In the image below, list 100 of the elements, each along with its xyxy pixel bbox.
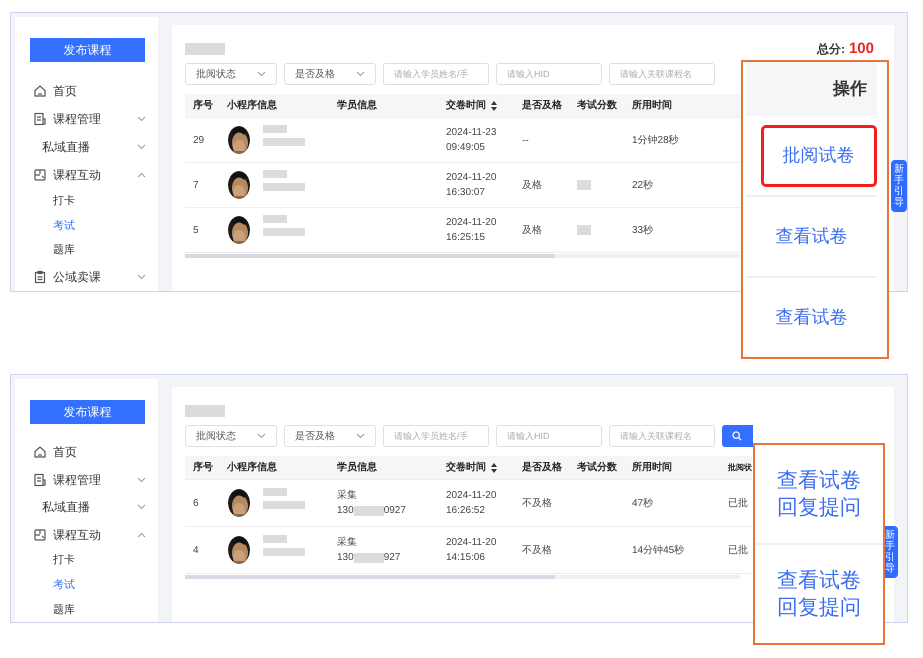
menu-item[interactable]: 公域卖课 <box>15 263 158 291</box>
search-field[interactable]: 请输入HID <box>496 425 602 447</box>
submenu-item[interactable]: 题库 <box>15 597 158 622</box>
menu-item[interactable]: 课程互动 <box>15 520 158 548</box>
redaction-block <box>263 488 287 496</box>
table-cell-text: 不及格 <box>522 496 552 510</box>
column-header: 操作 <box>746 62 877 116</box>
search-field[interactable]: 请输入关联课程名 <box>609 63 715 85</box>
column-header: 交卷时间 <box>446 460 486 475</box>
menu-item[interactable]: 课程管理 <box>15 466 158 494</box>
table-link[interactable]: 查看试卷 <box>776 306 848 330</box>
table-cell-text: 14:15:06 <box>446 551 485 565</box>
publish-course-button[interactable]: 发布课程 <box>30 400 145 424</box>
redaction-block <box>263 125 287 133</box>
guide-tab[interactable]: 新手引导 <box>891 160 907 212</box>
table-cell-text: 22秒 <box>632 178 654 192</box>
search-field[interactable]: 请输入关联课程名 <box>609 425 715 447</box>
redaction-block <box>185 405 225 417</box>
column-header: 小程序信息 <box>227 98 277 113</box>
phone-end: 927 <box>384 551 400 565</box>
submenu-item[interactable]: 打卡 <box>15 188 158 214</box>
search-field[interactable]: 请输入HID <box>496 63 602 85</box>
chevron-down-icon <box>257 71 266 77</box>
search-icon <box>732 431 742 441</box>
redaction-block <box>263 215 287 223</box>
table-cell-text: 2024-11-20 <box>446 171 496 185</box>
menu-item[interactable]: 私域直播 <box>15 493 158 521</box>
filter-select[interactable]: 是否及格 <box>284 425 376 447</box>
menu-item[interactable]: 首页 <box>15 438 158 466</box>
puzzle-icon <box>33 528 47 542</box>
column-header: 学员信息 <box>337 98 377 113</box>
document-icon <box>33 112 47 126</box>
redaction-block <box>263 548 305 556</box>
submenu-item[interactable]: 题库 <box>15 238 158 264</box>
table-cell-text: 已批 <box>728 496 748 510</box>
table-cell-text: 16:30:07 <box>446 186 485 200</box>
column-header: 交卷时间 <box>446 98 486 113</box>
table-link[interactable]: 批阅试卷 <box>782 144 854 168</box>
submenu-item[interactable]: 考试 <box>15 213 158 238</box>
puzzle-icon <box>33 168 47 182</box>
table-cell-text: 5 <box>193 224 199 238</box>
column-header: 考试分数 <box>577 98 617 113</box>
column-header: 所用时间 <box>632 98 672 113</box>
redaction-block <box>263 228 305 236</box>
table-cell-text: 已批 <box>728 544 748 558</box>
table-link[interactable]: 查看试卷 <box>777 466 861 494</box>
redaction-block <box>577 180 591 190</box>
table-cell-text: 6 <box>193 496 199 510</box>
column-header: 序号 <box>193 460 213 475</box>
table-link[interactable]: 查看试卷 <box>777 566 861 594</box>
search-field[interactable]: 请输入学员姓名/手 <box>383 63 489 85</box>
redaction-block <box>354 506 384 516</box>
submenu-item[interactable]: 考试 <box>15 572 158 598</box>
table-cell-text: 33秒 <box>632 224 654 238</box>
menu-item[interactable]: 首页 <box>15 76 158 105</box>
column-header: 考试分数 <box>577 460 617 475</box>
redaction-block <box>263 501 305 509</box>
table-cell-text: 及格 <box>522 224 542 238</box>
table-cell-text: 09:49:05 <box>446 141 485 155</box>
chevron-down-icon <box>257 433 266 439</box>
column-header: 是否及格 <box>522 98 562 113</box>
total-score-value: 100 <box>848 38 874 59</box>
table-cell-text: 1分钟28秒 <box>632 134 679 148</box>
column-header: 所用时间 <box>632 460 672 475</box>
redaction-block <box>577 225 591 235</box>
document-icon <box>33 472 47 487</box>
table-cell-text: 2024-11-20 <box>446 216 496 230</box>
redaction-block <box>185 43 225 55</box>
table-link[interactable]: 回复提问 <box>777 494 861 522</box>
redaction-block <box>354 552 384 562</box>
search-field[interactable]: 请输入学员姓名/手 <box>383 425 489 447</box>
column-header: 序号 <box>193 98 213 113</box>
table-cell-text: 16:26:52 <box>446 504 485 518</box>
redaction-block <box>263 138 305 146</box>
table-cell-text: 29 <box>193 134 204 148</box>
table-cell-text: -- <box>522 134 529 148</box>
filter-select[interactable]: 批阅状态 <box>185 63 277 85</box>
submenu-item[interactable]: 打卡 <box>15 548 158 573</box>
table-cell-text: 不及格 <box>522 544 552 558</box>
filter-select[interactable]: 是否及格 <box>284 63 376 85</box>
table-cell-text: 2024-11-20 <box>446 489 496 503</box>
chevron-down-icon <box>356 71 365 77</box>
menu-item[interactable]: 私域直播 <box>15 132 158 161</box>
table-cell-text: 采集 <box>337 536 357 550</box>
publish-course-button[interactable]: 发布课程 <box>30 38 145 62</box>
table-cell-text: 7 <box>193 178 199 192</box>
table-cell-text: 2024-11-20 <box>446 536 496 550</box>
column-header: 小程序信息 <box>227 460 277 475</box>
menu-item[interactable]: 课程管理 <box>15 104 158 133</box>
table-link[interactable]: 查看试卷 <box>776 224 848 248</box>
redaction-block <box>263 535 287 543</box>
column-header: 学员信息 <box>337 460 377 475</box>
filter-select[interactable]: 批阅状态 <box>185 425 277 447</box>
menu-item[interactable]: 课程互动 <box>15 160 158 188</box>
total-score-label: 总分: <box>816 41 845 58</box>
table-link[interactable]: 回复提问 <box>777 594 861 622</box>
table-cell-text: 采集 <box>337 488 357 503</box>
search-button[interactable] <box>722 425 753 447</box>
clipboard-icon <box>33 270 47 284</box>
phone-start: 130 <box>337 504 354 518</box>
